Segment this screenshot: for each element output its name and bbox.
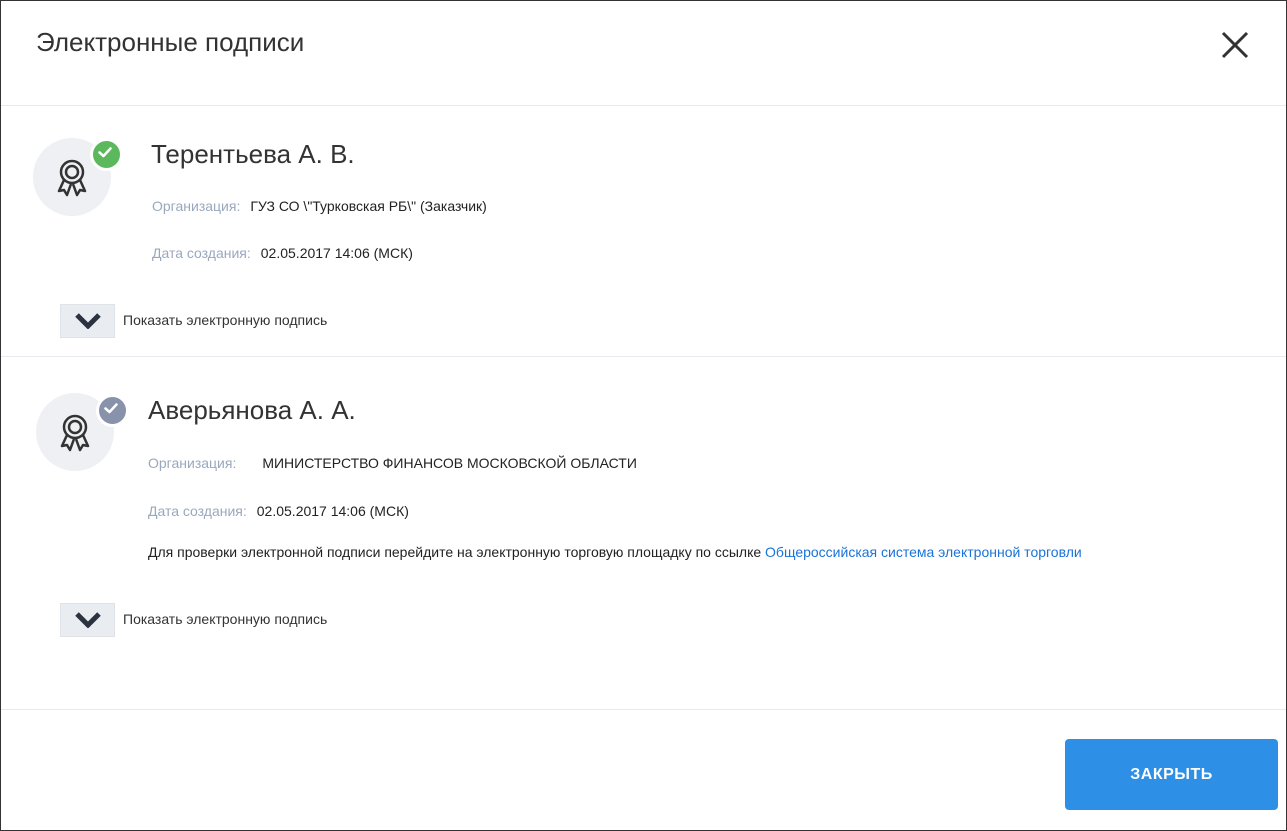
organization-label: Организация: [152,198,241,214]
check-icon [98,147,112,158]
certificate-ribbon-icon [60,414,90,452]
dialog-header: Электронные подписи [1,1,1286,106]
organization-value: МИНИСТЕРСТВО ФИНАНСОВ МОСКОВСКОЙ ОБЛАСТИ [262,455,637,471]
organization-label: Организация: [148,455,237,471]
verification-note-text: Для проверки электронной подписи перейди… [148,544,766,560]
signer-name: Терентьева А. В. [151,139,355,169]
organization-row: Организация: ГУЗ СО \"Турковская РБ\" (За… [152,198,487,214]
verification-note: Для проверки электронной подписи перейди… [148,540,1228,564]
platform-link[interactable]: Общероссийская система электронной торго… [765,544,1082,560]
check-icon [104,403,118,414]
close-icon[interactable] [1218,28,1252,62]
show-signature-label[interactable]: Показать электронную подпись [123,611,327,627]
creation-date-label: Дата создания: [152,245,251,261]
creation-date-row: Дата создания: 02.05.2017 14:06 (МСК) [148,503,409,519]
expand-button[interactable] [60,603,115,637]
certificate-ribbon-icon [57,159,87,197]
chevron-down-icon [75,313,101,329]
creation-date-row: Дата создания: 02.05.2017 14:06 (МСК) [152,245,413,261]
signature-card: Аверьянова А. А. Организация: МИНИСТЕРСТВ… [1,357,1286,710]
signatures-dialog: Электронные подписи Терентьева А. В. Орг [0,0,1287,831]
verified-badge [90,138,123,171]
dialog-title: Электронные подписи [36,27,305,57]
signature-card: Терентьева А. В. Организация: ГУЗ СО \"Ту… [1,106,1286,357]
signer-name: Аверьянова А. А. [148,395,356,425]
creation-date-value: 02.05.2017 14:06 (МСК) [256,503,409,519]
creation-date-value: 02.05.2017 14:06 (МСК) [260,245,413,261]
close-button[interactable]: ЗАКРЫТЬ [1065,739,1278,810]
organization-row: Организация: МИНИСТЕРСТВО ФИНАНСОВ МОСКОВ… [148,455,637,471]
chevron-down-icon [75,612,101,628]
creation-date-label: Дата создания: [148,503,247,519]
organization-value: ГУЗ СО \"Турковская РБ\" (Заказчик) [250,198,487,214]
show-signature-label[interactable]: Показать электронную подпись [123,312,327,328]
status-badge [96,394,129,427]
expand-button[interactable] [60,304,115,338]
